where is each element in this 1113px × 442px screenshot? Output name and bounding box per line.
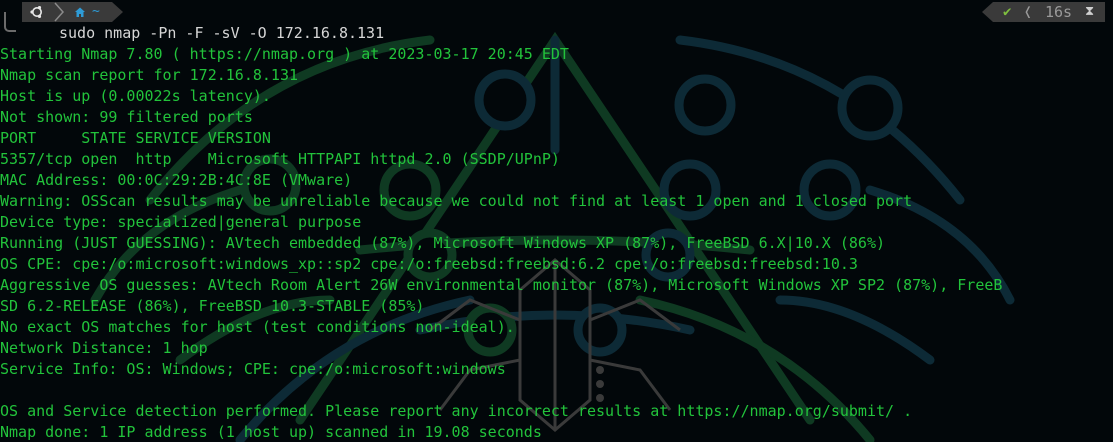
status-start-icon (982, 2, 993, 22)
output-line: Starting Nmap 7.80 ( https://nmap.org ) … (0, 45, 569, 63)
command-line: sudo nmap -Pn -F -sV -O 172.16.8.131 (59, 24, 385, 42)
output-line: Network Distance: 1 hop (0, 339, 208, 357)
terminal-output[interactable]: sudo nmap -Pn -F -sV -O 172.16.8.131 Sta… (0, 23, 1113, 442)
output-line: Aggressive OS guesses: AVtech Room Alert… (0, 276, 1003, 294)
prompt-bar: ~ ✔ ❬ 16s ⧗ (0, 0, 1113, 32)
output-line: Running (JUST GUESSING): AVtech embedded… (0, 234, 886, 252)
terminal-window[interactable]: ~ ✔ ❬ 16s ⧗ sudo nmap -Pn -F -sV -O 172.… (0, 0, 1113, 442)
output-line: OS and Service detection performed. Plea… (0, 402, 913, 420)
output-line: OS CPE: cpe:/o:microsoft:windows_xp::sp2… (0, 255, 858, 273)
current-directory: ~ (92, 4, 100, 19)
hourglass-icon: ⧗ (1085, 4, 1095, 19)
prompt-segments: ~ (20, 2, 123, 22)
status-separator-icon: ❬ (1023, 2, 1033, 21)
checkmark-icon: ✔ (1003, 4, 1012, 20)
output-line: Host is up (0.00022s latency). (0, 87, 271, 105)
ubuntu-icon (30, 2, 44, 22)
output-line: Service Info: OS: Windows; CPE: cpe:/o:m… (0, 360, 506, 378)
output-line: Device type: specialized|general purpose (0, 213, 362, 231)
segment-separator-icon (50, 2, 68, 22)
output-line: Not shown: 99 filtered ports (0, 108, 253, 126)
output-line: MAC Address: 00:0C:29:2B:4C:8E (VMware) (0, 171, 353, 189)
segment-end-icon (112, 2, 123, 22)
output-lines: Starting Nmap 7.80 ( https://nmap.org ) … (0, 44, 1113, 442)
home-icon (74, 2, 86, 22)
prompt-dir-segment: ~ (68, 2, 112, 22)
prompt-status-segment: ✔ ❬ 16s ⧗ (982, 2, 1105, 22)
output-line: Nmap done: 1 IP address (1 host up) scan… (0, 423, 542, 441)
output-line: PORT STATE SERVICE VERSION (0, 129, 271, 147)
elapsed-time: 16s (1045, 3, 1073, 21)
output-line: SD 6.2-RELEASE (86%), FreeBSD 10.3-STABL… (0, 297, 425, 315)
output-line: 5357/tcp open http Microsoft HTTPAPI htt… (0, 150, 560, 168)
output-line: No exact OS matches for host (test condi… (0, 318, 515, 336)
output-line: Warning: OSScan results may be unreliabl… (0, 192, 913, 210)
output-line: Nmap scan report for 172.16.8.131 (0, 66, 299, 84)
